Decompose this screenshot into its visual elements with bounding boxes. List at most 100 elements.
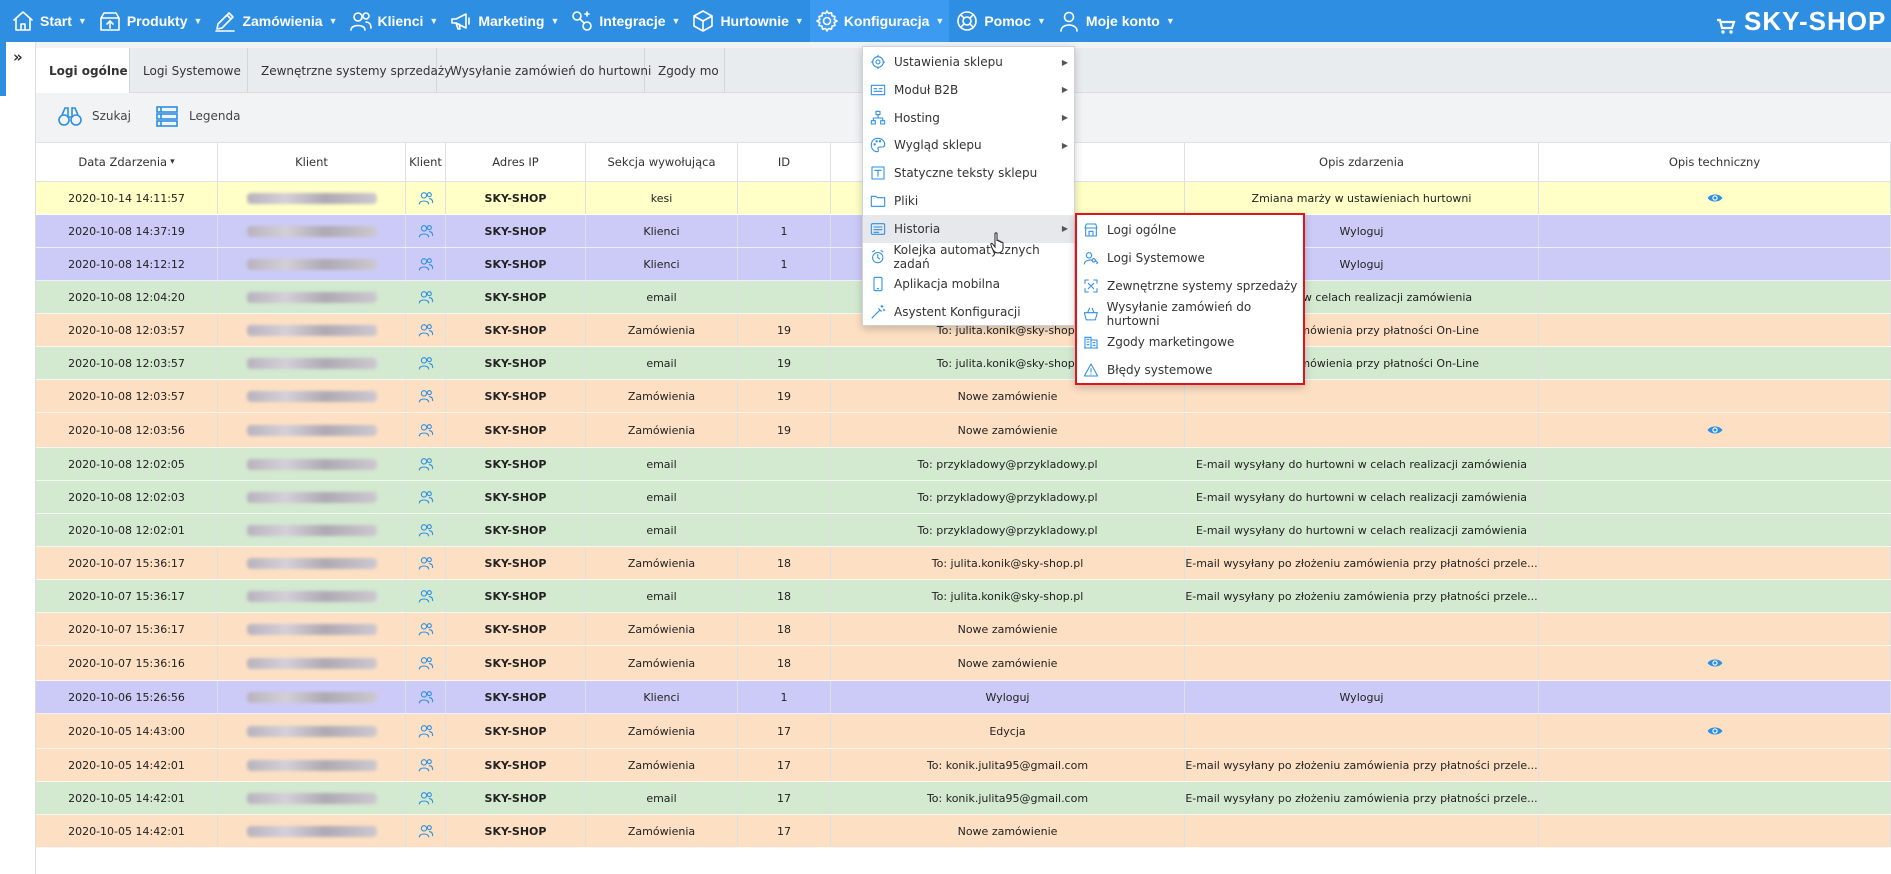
history-menu-item[interactable]: Błędy systemowe	[1077, 356, 1303, 384]
table-row[interactable]: 2020-10-08 12:02:01 SKY-SHOP email To: p…	[36, 514, 1891, 547]
table-row[interactable]: 2020-10-07 15:36:17 SKY-SHOP Zamówienia …	[36, 613, 1891, 646]
column-header[interactable]: Klient	[406, 143, 446, 181]
config-menu-item[interactable]: Pliki	[863, 187, 1074, 215]
column-header[interactable]: Opis zdarzenia	[1185, 143, 1539, 181]
event-cell: Zmiana marży w ustawieniach hurtowni	[1185, 182, 1539, 214]
tab-1[interactable]: Logi Systemowe	[130, 48, 248, 93]
column-header-label: ID	[777, 155, 791, 169]
table-row[interactable]: 2020-10-06 15:26:56 SKY-SHOP Klienci 1 W…	[36, 681, 1891, 714]
config-menu-item[interactable]: Ustawienia sklepu ▶	[863, 48, 1074, 76]
client-link[interactable]	[406, 646, 446, 680]
nav-marketing[interactable]: Marketing ▼	[444, 0, 564, 42]
column-header[interactable]: Data Zdarzenia ▾	[36, 143, 218, 181]
date-cell: 2020-10-08 14:37:19	[36, 215, 218, 247]
client-link[interactable]	[406, 380, 446, 412]
history-menu-item[interactable]: Logi ogólne	[1077, 216, 1303, 244]
column-header[interactable]: Opis techniczny	[1539, 143, 1891, 181]
table-row[interactable]: 2020-10-05 14:42:01 SKY-SHOP Zamówienia …	[36, 815, 1891, 848]
legend-button[interactable]: Legenda	[155, 105, 240, 127]
client-link[interactable]	[406, 580, 446, 612]
nav-start[interactable]: Start ▼	[6, 0, 92, 42]
section-cell: Zamówienia	[586, 380, 738, 412]
section-cell: Klienci	[586, 681, 738, 713]
wand-icon	[871, 304, 886, 319]
client-link[interactable]	[406, 714, 446, 748]
client-link[interactable]	[406, 347, 446, 379]
menu-item-label: Wygląd sklepu	[894, 138, 982, 153]
technical-cell[interactable]	[1539, 182, 1891, 214]
technical-cell[interactable]	[1539, 646, 1891, 680]
date-cell: 2020-10-07 15:36:17	[36, 580, 218, 612]
brand-logo[interactable]: SKY-SHOP	[1701, 0, 1891, 42]
search-button[interactable]: Szukaj	[58, 105, 131, 127]
nav-pomoc[interactable]: Pomoc ▼	[950, 0, 1051, 42]
column-header[interactable]: Klient	[218, 143, 406, 181]
table-row[interactable]: 2020-10-08 12:03:57 SKY-SHOP email 19 To…	[36, 347, 1891, 380]
column-header[interactable]: Sekcja wywołująca	[586, 143, 738, 181]
client-link[interactable]	[406, 514, 446, 546]
client-link[interactable]	[406, 248, 446, 280]
id-cell: 17	[738, 782, 831, 814]
tab-2[interactable]: Zewnętrzne systemy sprzedaży	[248, 48, 451, 93]
nav-produkty[interactable]: Produkty ▼	[93, 0, 208, 42]
client-link[interactable]	[406, 413, 446, 447]
client-link[interactable]	[406, 547, 446, 579]
config-menu-item[interactable]: Historia ▶	[863, 214, 1074, 243]
config-menu-item[interactable]: Statyczne teksty sklepu	[863, 159, 1074, 187]
config-menu-item[interactable]: Wygląd sklepu ▶	[863, 131, 1074, 159]
menu-item-label: Moduł B2B	[894, 82, 959, 97]
client-link[interactable]	[406, 613, 446, 645]
ip-cell: SKY-SHOP	[446, 613, 586, 645]
column-header[interactable]: Adres IP	[446, 143, 586, 181]
client-link[interactable]	[406, 749, 446, 781]
client-link[interactable]	[406, 815, 446, 847]
table-row[interactable]: 2020-10-07 15:36:17 SKY-SHOP Zamówienia …	[36, 547, 1891, 580]
config-menu-item[interactable]: Hosting ▶	[863, 104, 1074, 132]
nav-klienci[interactable]: Klienci ▼	[344, 0, 444, 42]
client-link[interactable]	[406, 182, 446, 214]
client-link[interactable]	[406, 281, 446, 313]
history-menu-item[interactable]: Zewnętrzne systemy sprzedaży	[1077, 272, 1303, 300]
nav-hurtownie[interactable]: Hurtownie ▼	[686, 0, 808, 42]
sidebar-expand-button[interactable]: »	[13, 48, 23, 66]
config-menu-item[interactable]: Asystent Konfiguracji	[863, 298, 1074, 326]
nav-zamówienia[interactable]: Zamówienia ▼	[208, 0, 342, 42]
event-cell: E-mail wysyłany do hurtowni w celach rea…	[1185, 448, 1539, 480]
config-menu-item[interactable]: Aplikacja mobilna	[863, 270, 1074, 298]
nav-moje-konto[interactable]: Moje konto ▼	[1052, 0, 1180, 42]
tab-4[interactable]: Zgody mo	[645, 48, 725, 93]
client-link[interactable]	[406, 314, 446, 346]
config-menu-item[interactable]: Moduł B2B ▶	[863, 76, 1074, 104]
client-link[interactable]	[406, 448, 446, 480]
table-row[interactable]: 2020-10-08 12:02:03 SKY-SHOP email To: p…	[36, 481, 1891, 514]
nav-konfiguracja[interactable]: Konfiguracja ▼	[809, 0, 950, 42]
client-link[interactable]	[406, 215, 446, 247]
technical-cell	[1539, 380, 1891, 412]
event-cell	[1185, 646, 1539, 680]
table-row[interactable]: 2020-10-05 14:43:00 SKY-SHOP Zamówienia …	[36, 714, 1891, 749]
nav-integracje[interactable]: Integracje ▼	[565, 0, 685, 42]
tab-3[interactable]: Wysyłanie zamówień do hurtowni	[437, 48, 651, 93]
config-menu-item[interactable]: Kolejka automatycznych zadań	[863, 243, 1074, 271]
client-link[interactable]	[406, 782, 446, 814]
blurred-client-name	[246, 491, 377, 503]
column-header[interactable]: ID	[738, 143, 831, 181]
table-row[interactable]: 2020-10-08 12:03:57 SKY-SHOP Zamówienia …	[36, 380, 1891, 413]
history-menu-item[interactable]: Wysyłanie zamówień do hurtowni	[1077, 300, 1303, 328]
tab-0[interactable]: Logi ogólne	[36, 48, 130, 93]
technical-cell[interactable]	[1539, 714, 1891, 748]
table-row[interactable]: 2020-10-05 14:42:01 SKY-SHOP Zamówienia …	[36, 749, 1891, 782]
chevron-down-icon: ▼	[193, 16, 203, 26]
table-row[interactable]: 2020-10-07 15:36:17 SKY-SHOP email 18 To…	[36, 580, 1891, 613]
history-menu-item[interactable]: Zgody marketingowe	[1077, 328, 1303, 356]
table-row[interactable]: 2020-10-08 12:02:05 SKY-SHOP email To: p…	[36, 448, 1891, 481]
client-link[interactable]	[406, 681, 446, 713]
technical-cell[interactable]	[1539, 413, 1891, 447]
client-link[interactable]	[406, 481, 446, 513]
section-cell: Zamówienia	[586, 547, 738, 579]
table-row[interactable]: 2020-10-07 15:36:16 SKY-SHOP Zamówienia …	[36, 646, 1891, 681]
table-row[interactable]: 2020-10-08 12:03:56 SKY-SHOP Zamówienia …	[36, 413, 1891, 448]
table-row[interactable]: 2020-10-05 14:42:01 SKY-SHOP email 17 To…	[36, 782, 1891, 815]
history-menu-item[interactable]: Logi Systemowe	[1077, 244, 1303, 272]
scan-icon	[1084, 279, 1098, 293]
